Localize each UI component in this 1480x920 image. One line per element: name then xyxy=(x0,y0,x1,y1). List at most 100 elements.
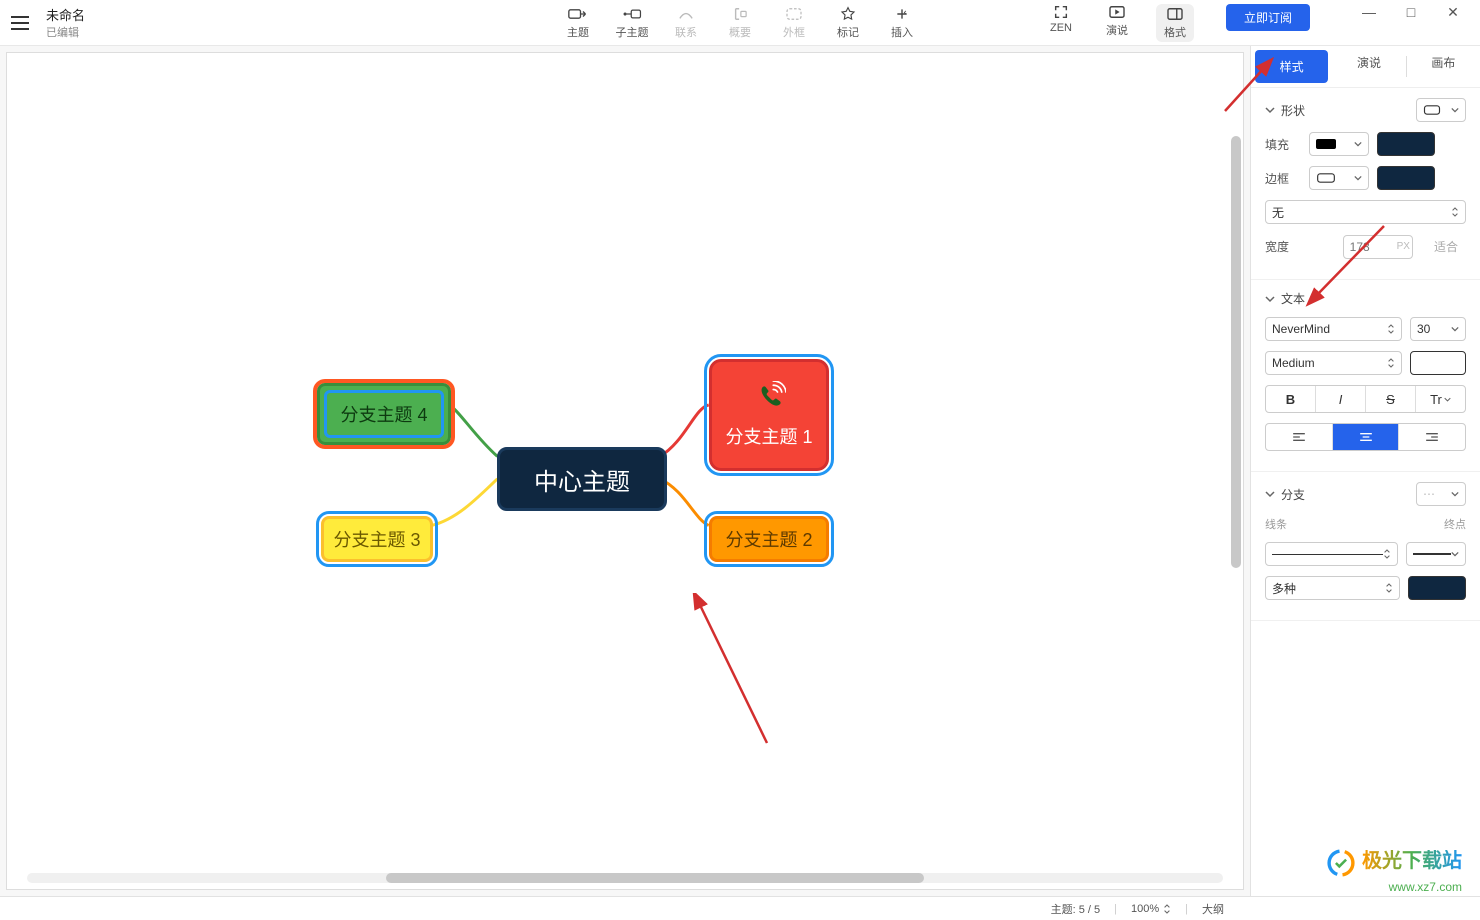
canvas[interactable]: 中心主题 分支主题 1 分支主题 2 分支主题 3 分支主题 4 xyxy=(6,52,1244,890)
horizontal-scrollbar[interactable] xyxy=(27,873,1223,885)
line-style-select[interactable] xyxy=(1265,542,1398,566)
chevron-down-icon xyxy=(1265,105,1275,115)
stepper-icon xyxy=(1387,323,1395,335)
annotation-arrow-1 xyxy=(687,593,787,753)
font-size-select[interactable]: 30 xyxy=(1410,317,1466,341)
boundary-icon xyxy=(784,6,804,22)
panel-icon xyxy=(1165,6,1185,22)
chevron-down-icon xyxy=(1354,140,1362,148)
main-topic-button[interactable]: 主题 xyxy=(561,6,595,40)
fill-color-picker[interactable] xyxy=(1377,132,1435,156)
border-label: 边框 xyxy=(1265,170,1301,187)
maximize-button[interactable]: □ xyxy=(1390,0,1432,26)
zen-button[interactable]: ZEN xyxy=(1044,4,1078,34)
relation-icon xyxy=(676,6,696,22)
relation-button[interactable]: 联系 xyxy=(669,6,703,40)
minimize-button[interactable]: — xyxy=(1348,0,1390,26)
font-family-select[interactable]: NeverMind xyxy=(1265,317,1402,341)
chevron-down-icon xyxy=(1451,325,1459,333)
horizontal-scrollbar-thumb[interactable] xyxy=(386,873,924,883)
window-controls: — □ ✕ xyxy=(1348,0,1474,26)
marker-button[interactable]: 标记 xyxy=(831,6,865,40)
border-style-select[interactable] xyxy=(1309,166,1369,190)
document-status: 已编辑 xyxy=(46,24,85,40)
status-bar: 主题: 5 / 5 | 100% | 大纲 xyxy=(0,896,1480,920)
insert-button[interactable]: 插入 xyxy=(885,6,919,40)
sub-topic-button[interactable]: 子主题 xyxy=(615,6,649,40)
panel-tabs: 样式 演说 画布 xyxy=(1251,46,1480,88)
tab-present[interactable]: 演说 xyxy=(1332,46,1405,87)
italic-button[interactable]: I xyxy=(1316,386,1366,412)
chevron-down-icon xyxy=(1451,490,1459,498)
zen-icon xyxy=(1051,4,1071,20)
stepper-icon xyxy=(1387,357,1395,369)
align-center-button[interactable] xyxy=(1333,424,1400,450)
topic-count: 主题: 5 / 5 xyxy=(1051,901,1101,917)
branch-topic-3-node[interactable]: 分支主题 3 xyxy=(321,516,433,562)
summary-icon xyxy=(730,6,750,22)
vertical-scrollbar-thumb[interactable] xyxy=(1231,136,1241,568)
stepper-icon xyxy=(1385,582,1393,594)
format-button[interactable]: 格式 xyxy=(1156,4,1194,42)
format-panel: 样式 演说 画布 形状 xyxy=(1250,46,1480,896)
stepper-icon xyxy=(1383,548,1391,560)
play-icon xyxy=(1107,4,1127,20)
line-label: 线条 xyxy=(1265,516,1287,532)
document-title: 未命名 xyxy=(46,5,85,24)
star-icon xyxy=(838,6,858,22)
tab-style[interactable]: 样式 xyxy=(1255,50,1328,83)
branch-topic-1-node[interactable]: 分支主题 1 xyxy=(709,359,829,471)
font-color-picker[interactable] xyxy=(1410,351,1466,375)
shape-section: 形状 填充 边框 xyxy=(1251,88,1480,280)
branch-style-select[interactable]: ⋯ xyxy=(1416,482,1466,506)
text-align-group xyxy=(1265,423,1466,451)
chevron-down-icon xyxy=(1265,489,1275,499)
branch-section: 分支 ⋯ 线条 终点 xyxy=(1251,472,1480,621)
shape-select[interactable] xyxy=(1416,98,1466,122)
tab-canvas[interactable]: 画布 xyxy=(1407,46,1480,87)
border-line-select[interactable]: 无 xyxy=(1265,200,1466,224)
align-left-button[interactable] xyxy=(1266,424,1333,450)
align-right-button[interactable] xyxy=(1399,424,1465,450)
text-case-button[interactable]: Tr xyxy=(1416,386,1465,412)
fill-pattern-select[interactable] xyxy=(1309,132,1369,156)
font-weight-select[interactable]: Medium xyxy=(1265,351,1402,375)
branch-multi-select[interactable]: 多种 xyxy=(1265,576,1400,600)
close-button[interactable]: ✕ xyxy=(1432,0,1474,26)
branch-topic-4-node[interactable]: 分支主题 4 xyxy=(317,383,451,445)
vertical-scrollbar[interactable] xyxy=(1231,73,1241,859)
chevron-down-icon xyxy=(1451,106,1459,114)
chevron-down-icon xyxy=(1265,294,1275,304)
menu-icon[interactable] xyxy=(0,16,40,30)
summary-button[interactable]: 概要 xyxy=(723,6,757,40)
endpoint-label: 终点 xyxy=(1444,516,1466,532)
text-section-header[interactable]: 文本 xyxy=(1265,290,1466,307)
stepper-icon xyxy=(1163,903,1171,915)
subtopic-icon xyxy=(622,6,642,22)
bold-button[interactable]: B xyxy=(1266,386,1316,412)
subscribe-button[interactable]: 立即订阅 xyxy=(1226,4,1310,31)
branch-section-header[interactable]: 分支 ⋯ xyxy=(1265,482,1466,506)
outline-button[interactable]: 大纲 xyxy=(1202,901,1224,917)
width-label: 宽度 xyxy=(1265,238,1301,255)
fill-label: 填充 xyxy=(1265,136,1301,153)
strike-button[interactable]: S xyxy=(1366,386,1416,412)
plus-icon xyxy=(892,6,912,22)
endpoint-select[interactable] xyxy=(1406,542,1466,566)
phone-call-icon xyxy=(752,381,786,415)
branch-color-picker[interactable] xyxy=(1408,576,1466,600)
center-topic-node[interactable]: 中心主题 xyxy=(497,447,667,511)
topic-icon xyxy=(568,6,588,22)
zoom-control[interactable]: 100% xyxy=(1131,903,1171,915)
text-style-group: B I S Tr xyxy=(1265,385,1466,413)
text-section: 文本 NeverMind 30 Medium xyxy=(1251,280,1480,472)
present-button[interactable]: 演说 xyxy=(1100,4,1134,38)
fit-width-button[interactable]: 适合 xyxy=(1426,234,1466,259)
canvas-area[interactable]: 中心主题 分支主题 1 分支主题 2 分支主题 3 分支主题 4 xyxy=(0,46,1250,896)
boundary-button[interactable]: 外框 xyxy=(777,6,811,40)
border-color-picker[interactable] xyxy=(1377,166,1435,190)
branch-topic-2-node[interactable]: 分支主题 2 xyxy=(709,516,829,562)
shape-section-header[interactable]: 形状 xyxy=(1265,98,1466,122)
chevron-down-icon xyxy=(1451,550,1459,558)
top-toolbar: 未命名 已编辑 主题 子主题 联系 概要 外框 xyxy=(0,0,1480,46)
